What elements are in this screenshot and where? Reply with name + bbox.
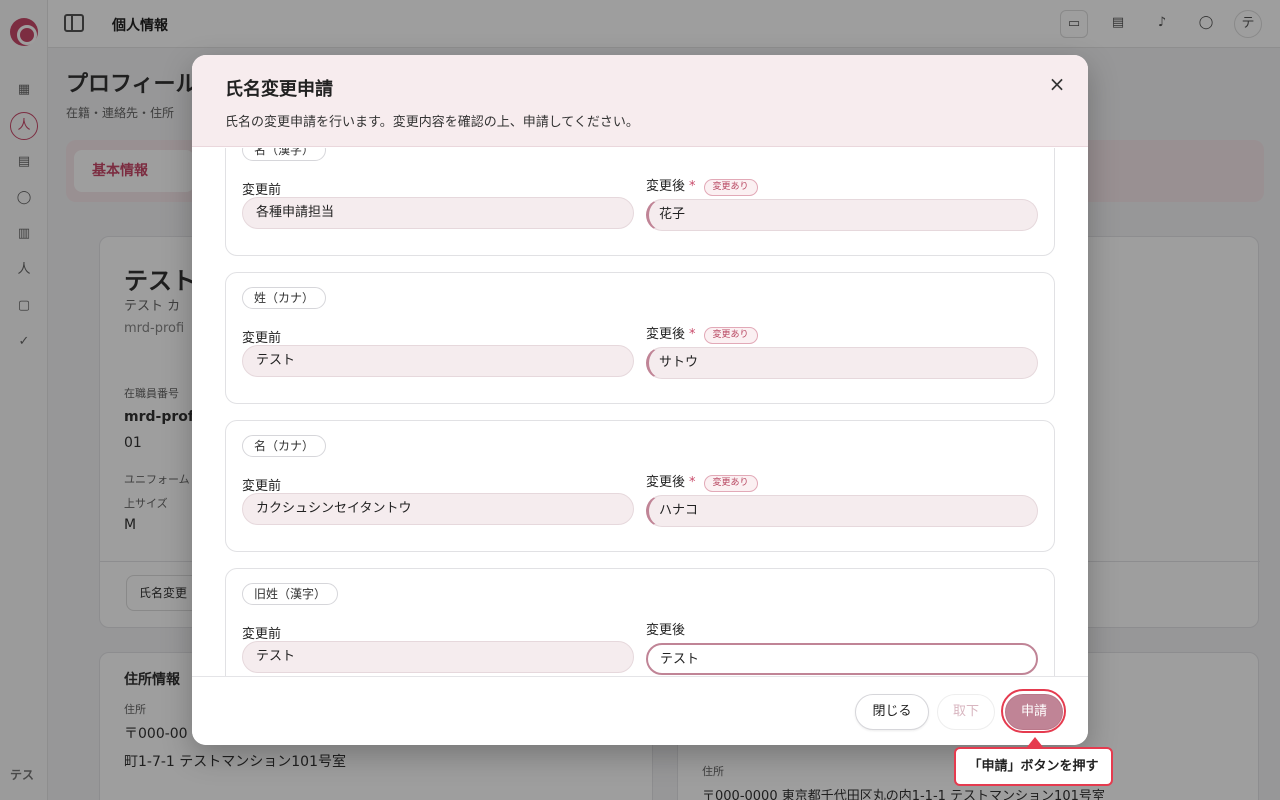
close-icon[interactable]: × bbox=[1046, 73, 1068, 95]
after-input[interactable]: 花子 bbox=[646, 199, 1038, 231]
changed-badge: 変更あり bbox=[703, 179, 758, 196]
before-label: 変更前 bbox=[242, 183, 282, 198]
changed-badge: 変更あり bbox=[703, 327, 758, 344]
dialog-footer: 閉じる 取下 申請 bbox=[192, 676, 1088, 745]
before-value: テスト bbox=[242, 641, 634, 673]
field-tag: 名（漢字） bbox=[242, 148, 327, 161]
after-label-text: 変更後 bbox=[646, 475, 686, 490]
after-input[interactable]: サトウ bbox=[646, 347, 1038, 379]
dialog-title: 氏名変更申請 bbox=[225, 79, 333, 100]
after-input[interactable]: ハナコ bbox=[646, 495, 1038, 527]
submit-highlight-ring bbox=[1001, 689, 1066, 733]
after-label: 変更後 * 変更あり bbox=[646, 323, 758, 344]
after-label: 変更後 bbox=[646, 619, 685, 638]
after-label: 変更後 * 変更あり bbox=[646, 175, 758, 196]
dialog-body[interactable]: 名（漢字） 変更前 変更後 * 変更あり 各種申請担当 花子 姓（カナ） 変更前 変… bbox=[192, 148, 1088, 676]
dialog-header: 氏名変更申請 氏名の変更申請を行います。変更内容を確認の上、申請してください。 … bbox=[192, 55, 1088, 147]
section-first-name-kana: 名（カナ） 変更前 変更後 * 変更あり カクシュシンセイタントウ ハナコ bbox=[225, 420, 1055, 552]
close-button[interactable]: 閉じる bbox=[855, 694, 929, 730]
section-maiden-name-kanji: 旧姓（漢字） 変更前 変更後 テスト テスト bbox=[225, 568, 1055, 676]
required-mark: * bbox=[689, 327, 696, 342]
section-first-name-kanji: 名（漢字） 変更前 変更後 * 変更あり 各種申請担当 花子 bbox=[225, 148, 1055, 256]
after-label: 変更後 * 変更あり bbox=[646, 471, 758, 492]
after-label-text: 変更後 bbox=[646, 179, 686, 194]
required-mark: * bbox=[689, 475, 696, 490]
after-label-text: 変更後 bbox=[646, 623, 686, 638]
name-change-dialog: 氏名変更申請 氏名の変更申請を行います。変更内容を確認の上、申請してください。 … bbox=[192, 55, 1088, 745]
before-label: 変更前 bbox=[242, 627, 282, 642]
before-label: 変更前 bbox=[242, 479, 282, 494]
section-last-name-kana: 姓（カナ） 変更前 変更後 * 変更あり テスト サトウ bbox=[225, 272, 1055, 404]
before-value: 各種申請担当 bbox=[242, 197, 634, 229]
field-tag: 名（カナ） bbox=[242, 435, 327, 457]
field-tag: 姓（カナ） bbox=[242, 287, 327, 309]
required-mark: * bbox=[689, 179, 696, 194]
changed-badge: 変更あり bbox=[703, 475, 758, 492]
after-label-text: 変更後 bbox=[646, 327, 686, 342]
field-tag: 旧姓（漢字） bbox=[242, 583, 339, 605]
before-value: テスト bbox=[242, 345, 634, 377]
dialog-description: 氏名の変更申請を行います。変更内容を確認の上、申請してください。 bbox=[225, 115, 639, 130]
after-input[interactable]: テスト bbox=[646, 643, 1038, 675]
instruction-callout: 「申請」ボタンを押す bbox=[954, 747, 1113, 786]
before-label: 変更前 bbox=[242, 331, 282, 346]
before-value: カクシュシンセイタントウ bbox=[242, 493, 634, 525]
callout-arrow bbox=[1027, 737, 1043, 747]
withdraw-button[interactable]: 取下 bbox=[937, 694, 995, 730]
